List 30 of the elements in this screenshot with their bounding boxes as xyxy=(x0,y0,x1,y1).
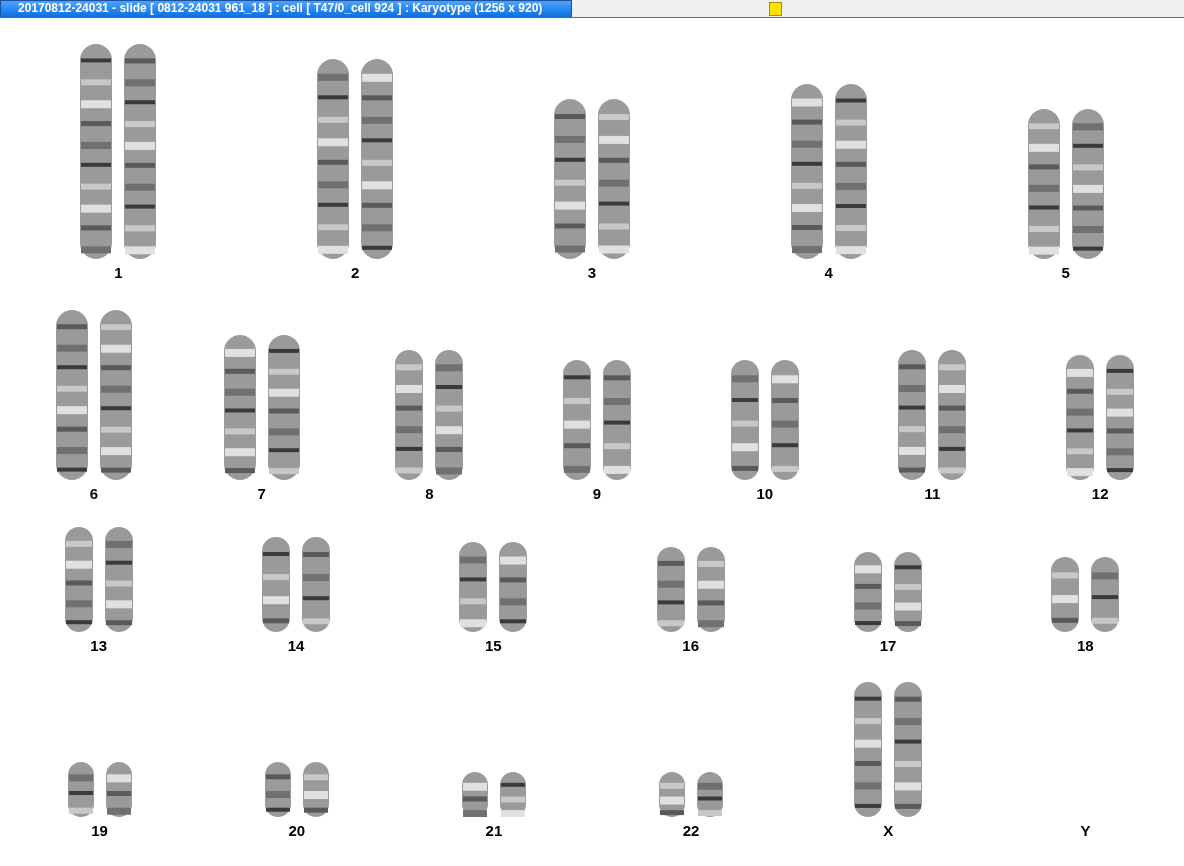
chromosome-number: 6 xyxy=(89,485,99,503)
chromosome-number: 20 xyxy=(288,822,306,840)
chromosome-number: 5 xyxy=(1061,264,1070,282)
chromosome-number: 16 xyxy=(682,637,699,655)
status-indicator-icon xyxy=(769,2,782,16)
chromosome-number: 17 xyxy=(879,637,897,655)
chromosome-number: 15 xyxy=(484,637,502,655)
chromosome-pair-drawing xyxy=(264,762,329,817)
chromosome-number: 1 xyxy=(114,264,123,282)
chromosome-pair-drawing xyxy=(659,772,724,817)
chromosome-number: 11 xyxy=(924,485,941,503)
chromosome-number: 4 xyxy=(824,264,833,282)
chromosome-pair-drawing xyxy=(461,772,526,817)
chromosome-number: 14 xyxy=(287,637,305,655)
window-title: 20170812-24031 - slide [ 0812-24031 961_18 ] : cell [ T47/0_cell 924 ] : Karyotype (1256 x 920) xyxy=(0,0,572,17)
chromosome-number: 7 xyxy=(257,485,266,503)
chromosome-number: 21 xyxy=(485,822,503,840)
chromosome-pair-drawing xyxy=(67,762,132,817)
chromosome-number: 8 xyxy=(425,485,434,503)
chromosome-number: 12 xyxy=(1091,485,1109,503)
chromosome-number: 13 xyxy=(90,637,107,655)
chromosome-number: 18 xyxy=(1076,637,1094,655)
chromosome-number: 2 xyxy=(351,264,360,282)
chromosome-number: 9 xyxy=(592,485,602,503)
chromosome-number: X xyxy=(883,822,894,840)
chromosome-number: 3 xyxy=(587,264,597,282)
chromosome-number: Y xyxy=(1080,822,1091,840)
chromosome-number: 10 xyxy=(756,485,774,503)
chromosome-number: 22 xyxy=(682,822,700,840)
chromosome-number: 19 xyxy=(91,822,108,840)
